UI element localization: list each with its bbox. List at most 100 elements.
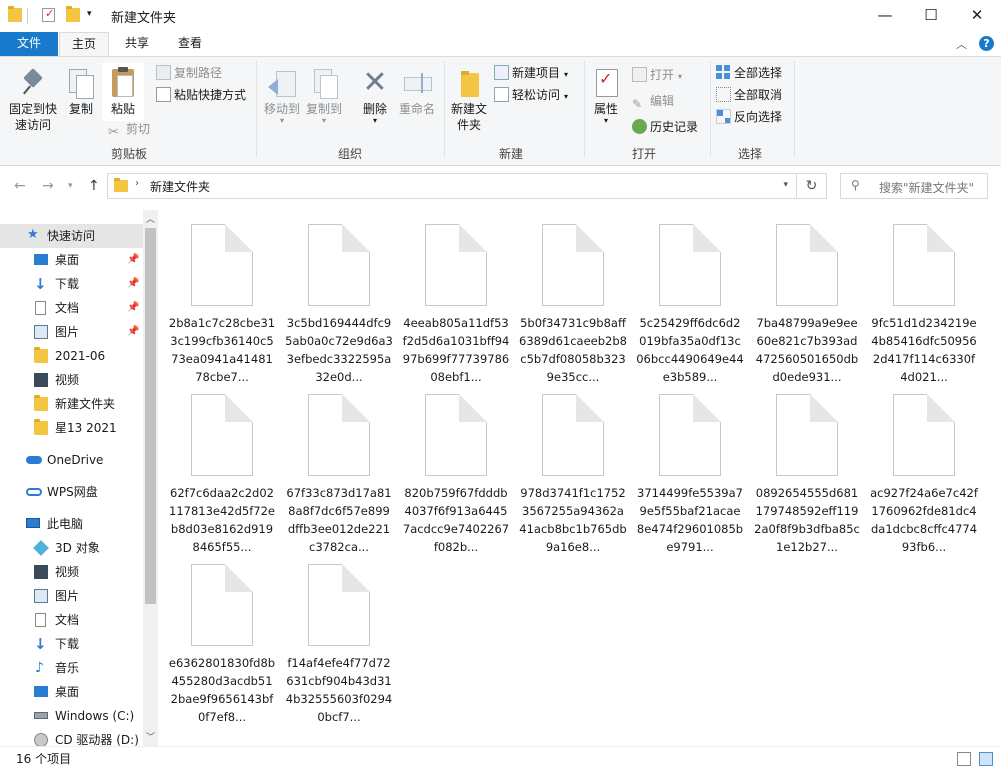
tab-view[interactable]: 查看 bbox=[164, 32, 216, 56]
back-arrow-icon[interactable]: ← bbox=[14, 178, 26, 194]
invert-selection-button[interactable]: 反向选择 bbox=[716, 107, 782, 127]
tab-share[interactable]: 共享 bbox=[112, 32, 162, 56]
refresh-button[interactable]: ↻ bbox=[797, 173, 827, 199]
file-item[interactable]: 67f33c873d17a818a8f7dc6f57e899dffb3ee012… bbox=[285, 380, 393, 554]
file-item[interactable]: 62f7c6daa2c2d02117813e42d5f72eb8d03e8162… bbox=[168, 380, 276, 554]
edit-button[interactable]: ✎ 编辑 bbox=[632, 91, 674, 111]
large-icons-view-icon[interactable] bbox=[979, 752, 993, 766]
scroll-up-chevron-icon[interactable]: ︿ bbox=[146, 212, 155, 225]
properties-quick-icon[interactable]: ✓ bbox=[42, 7, 55, 22]
delete-button[interactable]: ✕ 删除 ▾ bbox=[356, 67, 394, 125]
scissors-icon: ✂ bbox=[108, 125, 119, 140]
rename-button[interactable]: 重命名 bbox=[396, 67, 438, 117]
nav-drive-d[interactable]: CD 驱动器 (D:) bbox=[0, 728, 143, 746]
address-bar[interactable]: › 新建文件夹 ▾ bbox=[107, 173, 797, 199]
details-view-icon[interactable] bbox=[957, 752, 971, 766]
nav-pictures-pc[interactable]: 图片 bbox=[0, 584, 143, 608]
paste-shortcut-icon bbox=[156, 87, 171, 102]
nav-videos-pc[interactable]: 视频 bbox=[0, 560, 143, 584]
nav-videos[interactable]: 视频 bbox=[0, 368, 143, 392]
nav-wps-drive[interactable]: WPS网盘 bbox=[0, 480, 143, 504]
file-item[interactable]: 3c5bd169444dfc95ab0a0c72e9d6a33efbedc332… bbox=[285, 210, 393, 384]
status-bar: 16 个项目 bbox=[0, 746, 1001, 771]
properties-button[interactable]: ✓ 属性 ▾ bbox=[588, 67, 624, 125]
nav-onedrive[interactable]: OneDrive bbox=[0, 448, 143, 472]
file-item[interactable]: 3714499fe5539a79e5f55baf21acae8e474f2960… bbox=[636, 380, 744, 554]
select-all-button[interactable]: 全部选择 bbox=[716, 63, 782, 83]
blank-file-icon bbox=[659, 394, 721, 476]
file-item[interactable]: 0892654555d681179748592eff1192a0f8f9b3df… bbox=[753, 380, 861, 554]
recent-locations-chevron-icon[interactable]: ▾ bbox=[68, 181, 73, 191]
customize-toolbar-chevron-icon[interactable]: ▾ bbox=[87, 9, 92, 19]
pin-quick-access-button[interactable]: 固定到快速访问 bbox=[4, 67, 62, 133]
up-arrow-icon[interactable]: ↑ bbox=[88, 178, 100, 194]
nav-label: WPS网盘 bbox=[47, 485, 98, 499]
tab-home[interactable]: 主页 bbox=[59, 32, 109, 56]
scrollbar-thumb[interactable] bbox=[145, 228, 156, 604]
nav-music[interactable]: ♪ 音乐 bbox=[0, 656, 143, 680]
new-folder-quick-icon[interactable] bbox=[66, 6, 80, 22]
copy-button[interactable]: 复制 bbox=[62, 67, 100, 117]
address-history-chevron-icon[interactable]: ▾ bbox=[783, 180, 788, 190]
nav-new-folder[interactable]: 新建文件夹 bbox=[0, 392, 143, 416]
paste-shortcut-button[interactable]: 粘贴快捷方式 bbox=[156, 85, 246, 105]
nav-this-pc[interactable]: 此电脑 bbox=[0, 512, 143, 536]
nav-drive-c[interactable]: Windows (C:) bbox=[0, 704, 143, 728]
close-button[interactable]: ✕ bbox=[954, 0, 1000, 32]
breadcrumb-chevron-icon[interactable]: › bbox=[135, 178, 139, 189]
pin-icon[interactable]: 📌 bbox=[127, 296, 139, 320]
file-item[interactable]: 4eeab805a11df53f2d5d6a1031bff9497b699f77… bbox=[402, 210, 510, 384]
collapse-ribbon-chevron-icon[interactable]: ︿ bbox=[956, 36, 967, 52]
file-item[interactable]: 5b0f34731c9b8aff6389d61caeeb2b8c5b7df080… bbox=[519, 210, 627, 384]
nav-quick-access[interactable]: ★ 快速访问 bbox=[0, 224, 143, 248]
pin-icon[interactable]: 📌 bbox=[127, 272, 139, 296]
pin-icon[interactable]: 📌 bbox=[127, 248, 139, 272]
nav-label: 视频 bbox=[55, 373, 80, 387]
help-icon[interactable]: ? bbox=[979, 36, 994, 51]
copy-to-button[interactable]: 复制到 ▾ bbox=[304, 67, 344, 125]
file-item[interactable]: ac927f24a6e7c42f1760962fde81dc4da1dcbc8c… bbox=[870, 380, 978, 554]
file-item[interactable]: 820b759f67fdddb4037f6f913a64457acdcc9e74… bbox=[402, 380, 510, 554]
search-input[interactable]: ⚲ 搜索"新建文件夹" bbox=[840, 173, 988, 199]
file-item[interactable]: e6362801830fd8b455280d3acdb512bae9f96561… bbox=[168, 550, 276, 724]
paste-shortcut-label: 粘贴快捷方式 bbox=[174, 88, 247, 102]
nav-desktop[interactable]: 桌面 📌 bbox=[0, 248, 143, 272]
nav-scrollbar[interactable]: ︿ ﹀ bbox=[143, 210, 158, 746]
file-item[interactable]: 2b8a1c7c28cbe313c199cfb36140c573ea0941a4… bbox=[168, 210, 276, 384]
nav-downloads-pc[interactable]: ↓ 下载 bbox=[0, 632, 143, 656]
select-none-button[interactable]: 全部取消 bbox=[716, 85, 782, 105]
file-item[interactable]: f14af4efe4f77d72631cbf904b43d314b3255560… bbox=[285, 550, 393, 724]
new-folder-button[interactable]: 新建文件夹 bbox=[448, 67, 490, 133]
file-item[interactable]: 978d3741f1c17523567255a94362a41acb8bc1b7… bbox=[519, 380, 627, 554]
breadcrumb-current[interactable]: 新建文件夹 bbox=[150, 178, 210, 195]
move-to-button[interactable]: 移动到 ▾ bbox=[262, 67, 302, 125]
easy-access-button[interactable]: 轻松访问 ▾ bbox=[494, 85, 568, 105]
chevron-down-icon: ▾ bbox=[372, 116, 377, 125]
tab-file[interactable]: 文件 bbox=[0, 32, 58, 56]
copy-path-button[interactable]: 复制路径 bbox=[156, 63, 222, 83]
nav-documents-pc[interactable]: 文档 bbox=[0, 608, 143, 632]
paste-button[interactable]: 粘贴 bbox=[102, 63, 144, 121]
file-item[interactable]: 5c25429ff6dc6d2019bfa35a0df13c06bcc44906… bbox=[636, 210, 744, 384]
file-item[interactable]: 7ba48799a9e9ee60e821c7b393ad472560501650… bbox=[753, 210, 861, 384]
nav-pictures[interactable]: 图片 📌 bbox=[0, 320, 143, 344]
file-item[interactable]: 9fc51d1d234219e4b85416dfc509562d417f114c… bbox=[870, 210, 978, 384]
minimize-button[interactable]: — bbox=[862, 0, 908, 32]
cloud-drive-icon bbox=[26, 488, 42, 496]
nav-folder-xing13[interactable]: 星13 2021 bbox=[0, 416, 143, 440]
nav-documents[interactable]: 文档 📌 bbox=[0, 296, 143, 320]
open-button[interactable]: 打开 ▾ bbox=[632, 65, 682, 85]
properties-icon: ✓ bbox=[590, 67, 622, 99]
cut-button[interactable]: ✂ 剪切 bbox=[108, 119, 150, 140]
file-name: 7ba48799a9e9ee60e821c7b393ad472560501650… bbox=[755, 316, 859, 384]
scroll-down-chevron-icon[interactable]: ﹀ bbox=[146, 730, 155, 743]
nav-3d-objects[interactable]: 3D 对象 bbox=[0, 536, 143, 560]
nav-desktop-pc[interactable]: 桌面 bbox=[0, 680, 143, 704]
maximize-button[interactable]: ☐ bbox=[908, 0, 954, 32]
nav-downloads[interactable]: ↓ 下载 📌 bbox=[0, 272, 143, 296]
history-button[interactable]: 历史记录 bbox=[632, 117, 698, 137]
pin-icon[interactable]: 📌 bbox=[127, 320, 139, 344]
nav-folder-2021-06[interactable]: 2021-06 bbox=[0, 344, 143, 368]
new-item-button[interactable]: 新建项目 ▾ bbox=[494, 63, 568, 83]
forward-arrow-icon[interactable]: → bbox=[42, 178, 54, 194]
